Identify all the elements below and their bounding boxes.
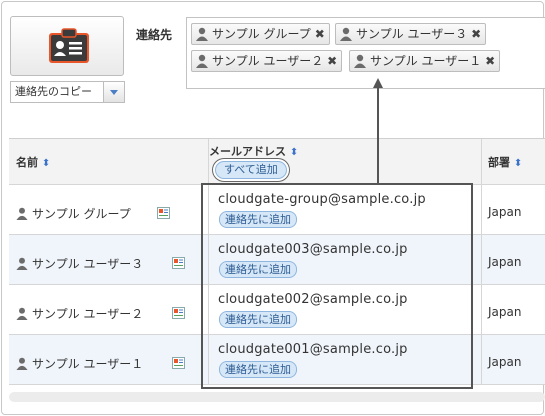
copy-contacts-select[interactable]: 連絡先のコピー — [10, 81, 104, 103]
vcard-icon[interactable] — [172, 357, 185, 369]
person-icon — [16, 307, 28, 320]
person-icon — [16, 357, 28, 370]
chevron-down-icon[interactable] — [103, 81, 125, 103]
column-divider — [481, 139, 482, 385]
recipient-chip[interactable]: サンプル ユーザー３ ✖ — [335, 23, 487, 45]
recipient-chip[interactable]: サンプル ユーザー１ ✖ — [349, 50, 501, 72]
sort-icon[interactable]: ⬍ — [42, 158, 50, 169]
remove-icon[interactable]: ✖ — [485, 51, 495, 71]
person-icon — [196, 27, 208, 41]
recipient-chip-label: サンプル グループ — [212, 27, 311, 41]
column-header-name-label: 名前 — [16, 156, 38, 169]
recipient-chip-label: サンプル ユーザー３ — [356, 27, 468, 41]
recipient-chip[interactable]: サンプル ユーザー２ ✖ — [191, 50, 343, 72]
contact-name: サンプル グループ — [16, 205, 131, 222]
vcard-icon[interactable] — [172, 307, 185, 319]
remove-icon[interactable]: ✖ — [315, 24, 325, 44]
contact-name: サンプル ユーザー３ — [16, 255, 143, 272]
contact-name: サンプル ユーザー２ — [16, 305, 143, 322]
email-column-highlight — [201, 183, 473, 389]
remove-icon[interactable]: ✖ — [471, 24, 481, 44]
contacts-table — [9, 138, 545, 385]
person-icon — [354, 54, 366, 68]
contact-name-label: サンプル ユーザー２ — [32, 307, 144, 321]
recipient-chip-label: サンプル ユーザー２ — [212, 54, 324, 68]
sort-icon[interactable]: ⬍ — [514, 158, 522, 169]
column-header-name[interactable]: 名前 ⬍ — [16, 154, 50, 170]
person-icon — [196, 54, 208, 68]
annotation-arrow — [377, 86, 379, 184]
recipients-field[interactable]: サンプル グループ ✖ サンプル ユーザー３ ✖ サンプル ユーザー２ ✖ サン… — [186, 17, 545, 89]
add-all-button[interactable]: すべて追加 — [215, 161, 287, 179]
arrow-up-icon — [373, 78, 383, 88]
remove-icon[interactable]: ✖ — [327, 51, 337, 71]
contact-card-icon — [49, 28, 89, 63]
horizontal-scrollbar[interactable] — [9, 392, 545, 402]
recipients-label: 連絡先 — [136, 28, 173, 42]
contact-name-label: サンプル ユーザー１ — [32, 357, 144, 371]
person-icon — [340, 27, 352, 41]
column-header-email-label: メールアドレス — [209, 145, 286, 158]
contact-name-label: サンプル ユーザー３ — [32, 257, 144, 271]
department: Japan — [488, 205, 522, 219]
department: Japan — [488, 355, 522, 369]
department: Japan — [488, 305, 522, 319]
vcard-icon[interactable] — [157, 207, 170, 219]
recipient-chip-label: サンプル ユーザー１ — [370, 54, 482, 68]
contact-name-label: サンプル グループ — [32, 207, 131, 221]
column-header-dept[interactable]: 部署 ⬍ — [488, 154, 522, 170]
recipient-chip[interactable]: サンプル グループ ✖ — [191, 23, 330, 45]
column-header-email[interactable]: メールアドレス ⬍ — [209, 143, 298, 159]
vcard-icon[interactable] — [172, 257, 185, 269]
column-header-dept-label: 部署 — [488, 156, 510, 169]
contact-card-button[interactable] — [10, 16, 124, 76]
sort-icon[interactable]: ⬍ — [290, 147, 298, 158]
person-icon — [16, 207, 28, 220]
contact-name: サンプル ユーザー１ — [16, 355, 143, 372]
person-icon — [16, 257, 28, 270]
department: Japan — [488, 255, 522, 269]
